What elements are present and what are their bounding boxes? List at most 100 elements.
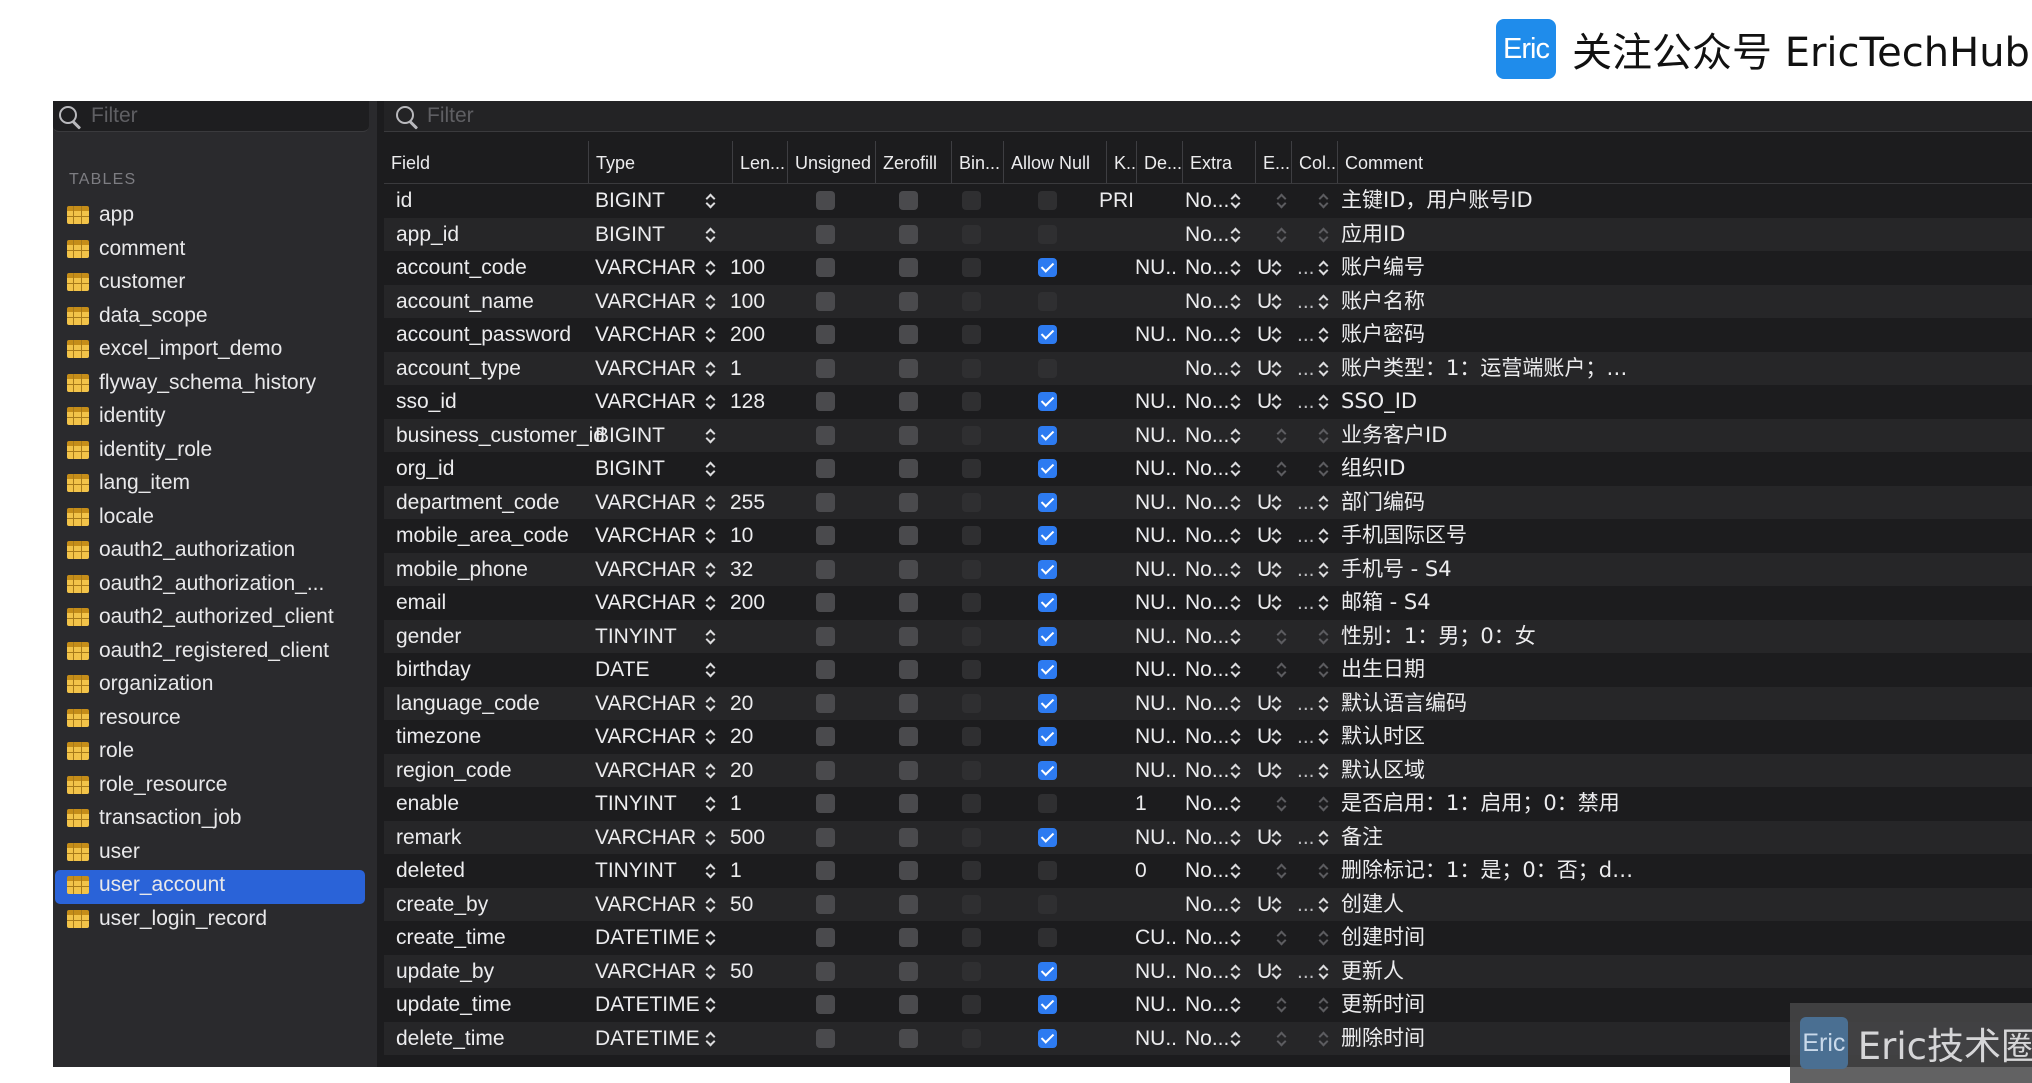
- comment-cell[interactable]: SSO_ID: [1341, 385, 1636, 419]
- extra-stepper-icon[interactable]: [1231, 628, 1241, 646]
- type-cell[interactable]: VARCHAR: [595, 553, 715, 587]
- zerofill-checkbox[interactable]: [899, 894, 918, 914]
- unsigned-checkbox[interactable]: [816, 392, 835, 411]
- encoding-stepper-icon[interactable]: [1277, 427, 1287, 445]
- column-header[interactable]: Comment: [1337, 141, 2032, 183]
- table-row[interactable]: create_timeDATETIMECU...No...创建时间: [384, 921, 2032, 955]
- table-row[interactable]: mobile_phoneVARCHAR32NU...No...U...手机号 -…: [384, 552, 2032, 587]
- collation-stepper-icon[interactable]: [1319, 728, 1329, 746]
- collation-stepper-icon[interactable]: [1319, 829, 1329, 847]
- sidebar-item-table[interactable]: resource: [55, 703, 365, 737]
- key-cell[interactable]: [1099, 955, 1139, 989]
- collation-stepper-icon[interactable]: [1319, 1030, 1329, 1048]
- comment-cell[interactable]: 部门编码: [1341, 486, 1636, 520]
- encoding-stepper-icon[interactable]: [1277, 1030, 1287, 1048]
- zerofill-checkbox[interactable]: [899, 492, 918, 512]
- zerofill-checkbox[interactable]: [899, 760, 918, 780]
- collation-cell[interactable]: ...: [1297, 486, 1317, 520]
- allow-null-checkbox[interactable]: [1038, 660, 1057, 679]
- binary-checkbox[interactable]: [962, 358, 981, 378]
- table-row[interactable]: genderTINYINTNU...No...性别：1：男；0：女: [384, 619, 2032, 653]
- type-stepper-icon[interactable]: [706, 460, 716, 478]
- extra-cell[interactable]: No...: [1185, 921, 1230, 955]
- type-cell[interactable]: VARCHAR: [595, 251, 715, 285]
- length-cell[interactable]: 100: [730, 251, 785, 285]
- comment-cell[interactable]: 创建人: [1341, 888, 1636, 922]
- type-stepper-icon[interactable]: [706, 393, 716, 411]
- extra-cell[interactable]: No...: [1185, 553, 1230, 587]
- type-cell[interactable]: VARCHAR: [595, 720, 715, 754]
- default-cell[interactable]: NU...: [1135, 955, 1177, 989]
- type-cell[interactable]: VARCHAR: [595, 754, 715, 788]
- type-stepper-icon[interactable]: [706, 527, 716, 545]
- key-cell[interactable]: [1099, 452, 1139, 486]
- sidebar-item-table[interactable]: user: [55, 837, 365, 871]
- collation-stepper-icon[interactable]: [1319, 628, 1329, 646]
- key-cell[interactable]: [1099, 218, 1139, 252]
- table-row[interactable]: account_passwordVARCHAR200NU...No...U...…: [384, 318, 2032, 352]
- length-cell[interactable]: [730, 653, 785, 687]
- comment-cell[interactable]: 业务客户ID: [1341, 419, 1636, 453]
- type-cell[interactable]: DATETIME: [595, 988, 715, 1022]
- binary-checkbox[interactable]: [962, 392, 981, 411]
- table-row[interactable]: deletedTINYINT10No...删除标记：1：是；0：否；defaul…: [384, 854, 2032, 888]
- type-stepper-icon[interactable]: [706, 695, 716, 713]
- binary-checkbox[interactable]: [962, 224, 981, 244]
- extra-cell[interactable]: No...: [1185, 955, 1230, 989]
- collation-cell[interactable]: [1297, 184, 1317, 218]
- key-cell[interactable]: [1099, 318, 1139, 352]
- collation-cell[interactable]: ...: [1297, 754, 1317, 788]
- unsigned-checkbox[interactable]: [816, 1028, 835, 1048]
- extra-stepper-icon[interactable]: [1231, 929, 1241, 947]
- encoding-cell[interactable]: [1257, 452, 1277, 486]
- collation-stepper-icon[interactable]: [1319, 695, 1329, 713]
- default-cell[interactable]: NU...: [1135, 419, 1177, 453]
- binary-checkbox[interactable]: [962, 727, 981, 746]
- sidebar-item-table[interactable]: app: [55, 200, 365, 234]
- extra-cell[interactable]: No...: [1185, 486, 1230, 520]
- allow-null-checkbox[interactable]: [1038, 961, 1057, 981]
- zerofill-checkbox[interactable]: [899, 660, 918, 679]
- table-row[interactable]: language_codeVARCHAR20NU...No...U...默认语言…: [384, 686, 2032, 720]
- collation-stepper-icon[interactable]: [1319, 393, 1329, 411]
- length-cell[interactable]: 1: [730, 854, 785, 888]
- binary-checkbox[interactable]: [962, 459, 981, 478]
- allow-null-checkbox[interactable]: [1038, 258, 1057, 277]
- table-row[interactable]: create_by VARCHAR 50 No... U... 创建人: [384, 887, 2032, 922]
- key-cell[interactable]: [1099, 1022, 1139, 1056]
- extra-stepper-icon[interactable]: [1231, 1030, 1241, 1048]
- unsigned-checkbox[interactable]: [816, 258, 835, 277]
- default-cell[interactable]: NU...: [1135, 553, 1177, 587]
- extra-cell[interactable]: No...: [1185, 519, 1230, 553]
- encoding-stepper-icon[interactable]: [1272, 561, 1282, 579]
- key-cell[interactable]: [1099, 251, 1139, 285]
- length-cell[interactable]: [730, 419, 785, 453]
- table-row[interactable]: birthdayDATENU...No...出生日期: [384, 653, 2032, 687]
- table-row[interactable]: enable TINYINT 1 1 No... 是否启用：1：启用；0：禁用: [384, 787, 2032, 821]
- collation-stepper-icon[interactable]: [1319, 259, 1329, 277]
- default-cell[interactable]: 0: [1135, 854, 1177, 888]
- encoding-stepper-icon[interactable]: [1277, 192, 1287, 210]
- extra-stepper-icon[interactable]: [1231, 896, 1241, 914]
- unsigned-checkbox[interactable]: [816, 626, 835, 646]
- collation-stepper-icon[interactable]: [1319, 460, 1329, 478]
- extra-stepper-icon[interactable]: [1231, 226, 1241, 244]
- collation-cell[interactable]: ...: [1297, 318, 1317, 352]
- encoding-stepper-icon[interactable]: [1277, 460, 1287, 478]
- sidebar-item-table[interactable]: oauth2_authorization_...: [55, 569, 365, 603]
- default-cell[interactable]: [1135, 352, 1177, 386]
- length-cell[interactable]: 128: [730, 385, 785, 419]
- encoding-stepper-icon[interactable]: [1272, 360, 1282, 378]
- type-cell[interactable]: VARCHAR: [595, 385, 715, 419]
- collation-cell[interactable]: [1297, 218, 1317, 252]
- type-stepper-icon[interactable]: [706, 1030, 716, 1048]
- sidebar-item-table[interactable]: identity: [55, 401, 365, 435]
- length-cell[interactable]: [730, 988, 785, 1022]
- length-cell[interactable]: 20: [730, 720, 785, 754]
- column-header[interactable]: Len...: [732, 141, 787, 183]
- key-cell[interactable]: [1099, 988, 1139, 1022]
- comment-cell[interactable]: 出生日期: [1341, 653, 1636, 687]
- collation-cell[interactable]: ...: [1297, 519, 1317, 553]
- type-cell[interactable]: BIGINT: [595, 184, 715, 218]
- comment-cell[interactable]: 账户名称: [1341, 285, 1636, 319]
